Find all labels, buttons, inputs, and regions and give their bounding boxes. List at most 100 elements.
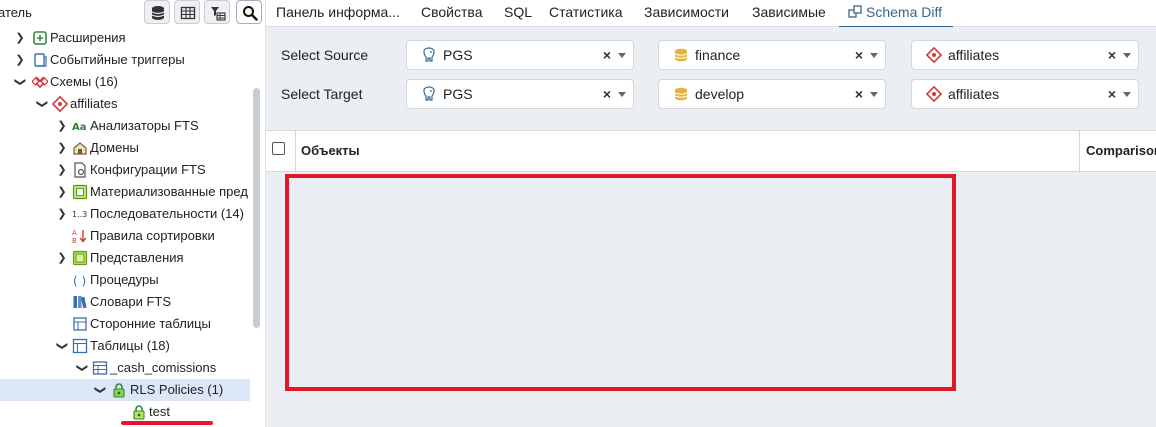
filtered-rows-button[interactable] xyxy=(204,0,230,24)
tree-item-label: RLS Policies (1) xyxy=(130,382,224,397)
chevron-right-icon[interactable]: ❯ xyxy=(56,159,68,181)
tab-sql[interactable]: SQL xyxy=(504,0,532,26)
source-schema-value: affiliates xyxy=(948,47,1000,63)
target-server-select[interactable]: PGS × xyxy=(406,79,634,109)
chevron-down-icon[interactable]: ❯ xyxy=(51,340,73,352)
clear-icon[interactable]: × xyxy=(603,86,611,102)
schema-icon xyxy=(926,86,942,102)
tree-item-label: Домены xyxy=(90,140,139,155)
target-server-value: PGS xyxy=(443,86,473,102)
object-browser-header: атель xyxy=(0,0,265,26)
foreign-table-icon xyxy=(73,317,87,331)
clear-icon[interactable]: × xyxy=(603,47,611,63)
tree-item-foreign-tables[interactable]: Сторонние таблицы xyxy=(0,313,250,335)
database-icon xyxy=(674,87,688,101)
tables-icon xyxy=(72,338,88,354)
dropdown-arrow-icon[interactable] xyxy=(618,92,626,97)
source-schema-select[interactable]: affiliates × xyxy=(911,40,1139,70)
dropdown-arrow-icon[interactable] xyxy=(1123,53,1131,58)
tree-item-label: Конфигурации FTS xyxy=(90,162,206,177)
chevron-right-icon[interactable]: ❯ xyxy=(56,203,68,225)
tree-scrollbar[interactable] xyxy=(253,88,260,328)
tree-item-label: Представления xyxy=(90,250,184,265)
fts-dictionary-icon xyxy=(73,296,87,309)
chevron-right-icon[interactable]: ❯ xyxy=(56,115,68,137)
schema-diff-icon xyxy=(848,5,862,18)
tree-item-rls-policy-test[interactable]: test xyxy=(0,401,250,423)
column-divider[interactable] xyxy=(1079,131,1080,171)
chevron-down-icon[interactable]: ❯ xyxy=(9,76,31,88)
collation-icon: A B xyxy=(72,229,87,244)
column-header-comparison[interactable]: Comparison xyxy=(1086,143,1156,158)
view-data-button[interactable] xyxy=(174,0,200,24)
tree-item-label: Материализованные пред xyxy=(90,184,248,199)
dropdown-arrow-icon[interactable] xyxy=(870,92,878,97)
tree-item-rls-policies[interactable]: ❯ RLS Policies (1) xyxy=(0,379,250,401)
tree-item-schema-affiliates[interactable]: ❯ affiliates xyxy=(0,93,250,115)
fts-config-icon xyxy=(74,162,86,178)
tree-item-extensions[interactable]: ❯ Расширения xyxy=(0,27,250,49)
chevron-right-icon[interactable]: ❯ xyxy=(56,181,68,203)
tree-item-materialized-views[interactable]: ❯ Материализованные пред xyxy=(0,181,250,203)
schema-icon xyxy=(52,96,68,112)
chevron-down-icon[interactable]: ❯ xyxy=(31,98,53,110)
tree-item-schemas[interactable]: ❯ Схемы (16) xyxy=(0,71,250,93)
tree-item-fts-parsers[interactable]: ❯ Aa Анализаторы FTS xyxy=(0,115,250,137)
tab-dependencies[interactable]: Зависимости xyxy=(644,0,729,26)
chevron-right-icon[interactable]: ❯ xyxy=(56,137,68,159)
tab-schema-diff[interactable]: Schema Diff xyxy=(839,0,953,28)
search-objects-button[interactable] xyxy=(236,0,262,24)
tree-item-event-triggers[interactable]: ❯ Событийные триггеры xyxy=(0,49,250,71)
schemas-icon xyxy=(32,76,48,89)
chevron-right-icon[interactable]: ❯ xyxy=(56,247,68,269)
tab-statistics[interactable]: Статистика xyxy=(549,0,623,26)
procedure-icon: ( ) xyxy=(73,274,86,288)
chevron-right-icon[interactable]: ❯ xyxy=(14,27,26,49)
chevron-down-icon[interactable]: ❯ xyxy=(89,384,111,396)
tree-item-domains[interactable]: ❯ Домены xyxy=(0,137,250,159)
source-database-select[interactable]: finance × xyxy=(658,40,886,70)
tree-item-label: Событийные триггеры xyxy=(50,52,185,67)
tree-item-views[interactable]: ❯ Представления xyxy=(0,247,250,269)
clear-icon[interactable]: × xyxy=(855,86,863,102)
tree-item-procedures[interactable]: ( ) Процедуры xyxy=(0,269,250,291)
tree-item-fts-dictionaries[interactable]: Словари FTS xyxy=(0,291,250,313)
svg-text:B: B xyxy=(72,237,77,244)
dropdown-arrow-icon[interactable] xyxy=(1123,92,1131,97)
source-server-value: PGS xyxy=(443,47,473,63)
clear-icon[interactable]: × xyxy=(1108,86,1116,102)
tree-item-label: affiliates xyxy=(70,96,118,111)
tree-item-label: Анализаторы FTS xyxy=(90,118,199,133)
tree-item-sequences[interactable]: ❯ 1..3 Последовательности (14) xyxy=(0,203,250,225)
target-schema-select[interactable]: affiliates × xyxy=(911,79,1139,109)
chevron-right-icon[interactable]: ❯ xyxy=(14,49,26,71)
column-header-objects[interactable]: Объекты xyxy=(301,143,360,158)
target-database-select[interactable]: develop × xyxy=(658,79,886,109)
tree-item-label: _cash_comissions xyxy=(110,360,217,375)
tab-properties[interactable]: Свойства xyxy=(421,0,482,26)
tree-item-label: test xyxy=(149,404,170,419)
tree-item-fts-configurations[interactable]: ❯ Конфигурации FTS xyxy=(0,159,250,181)
clear-icon[interactable]: × xyxy=(855,47,863,63)
dropdown-arrow-icon[interactable] xyxy=(618,53,626,58)
clear-icon[interactable]: × xyxy=(1108,47,1116,63)
table-icon xyxy=(92,361,108,375)
select-all-checkbox[interactable] xyxy=(272,142,285,155)
tree-item-table-cash-comissions[interactable]: ❯ _cash_comissions xyxy=(0,357,250,379)
svg-text:1..3: 1..3 xyxy=(72,210,87,219)
tab-dependents[interactable]: Зависимые xyxy=(752,0,826,26)
query-tool-button[interactable] xyxy=(144,0,170,24)
postgres-elephant-icon xyxy=(423,47,435,62)
svg-text:( ): ( ) xyxy=(73,274,86,288)
postgres-elephant-icon xyxy=(423,86,435,101)
dropdown-arrow-icon[interactable] xyxy=(870,53,878,58)
tab-dashboard[interactable]: Панель информа... xyxy=(276,0,400,26)
chevron-down-icon[interactable]: ❯ xyxy=(71,362,93,374)
event-trigger-icon xyxy=(34,53,47,67)
target-database-value: develop xyxy=(695,86,745,102)
materialized-view-icon xyxy=(72,184,88,200)
source-server-select[interactable]: PGS × xyxy=(406,40,634,70)
tree-item-tables[interactable]: ❯ Таблицы (18) xyxy=(0,335,250,357)
tab-schema-diff-label: Schema Diff xyxy=(866,4,942,20)
tree-item-collations[interactable]: A B Правила сортировки xyxy=(0,225,250,247)
